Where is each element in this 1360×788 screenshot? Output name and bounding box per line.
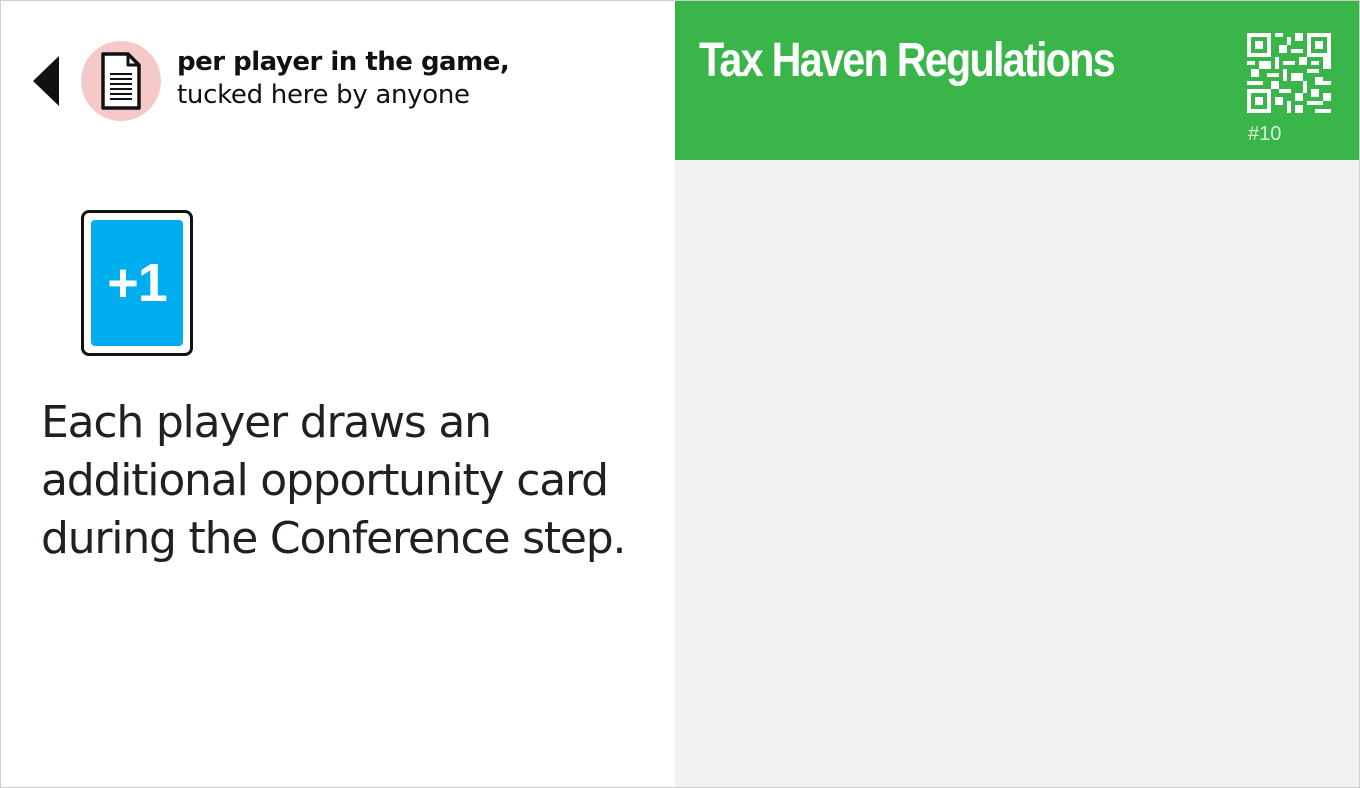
tuck-rule-line1: per player in the game,: [177, 47, 510, 77]
card-title: Tax Haven Regulations: [699, 34, 1116, 87]
card-right-panel: Tax Haven Regulations #10: [675, 1, 1359, 787]
tuck-rule-badge: [81, 41, 161, 121]
title-bar: Tax Haven Regulations #10: [675, 1, 1359, 160]
card: per player in the game, tucked here by a…: [0, 0, 1360, 788]
card-number: #10: [1248, 123, 1282, 145]
tuck-rule-line2: tucked here by anyone: [177, 80, 470, 110]
back-arrow-icon[interactable]: [33, 56, 59, 106]
document-icon: [101, 52, 141, 110]
qr-code-icon: [1247, 33, 1331, 113]
bonus-card-label: +1: [91, 220, 183, 346]
card-effect-text: Each player draws an additional opportun…: [41, 397, 627, 564]
tuck-rule-text: per player in the game, tucked here by a…: [177, 46, 510, 112]
bonus-card-icon: +1: [81, 210, 193, 356]
card-left-panel: per player in the game, tucked here by a…: [1, 1, 675, 787]
